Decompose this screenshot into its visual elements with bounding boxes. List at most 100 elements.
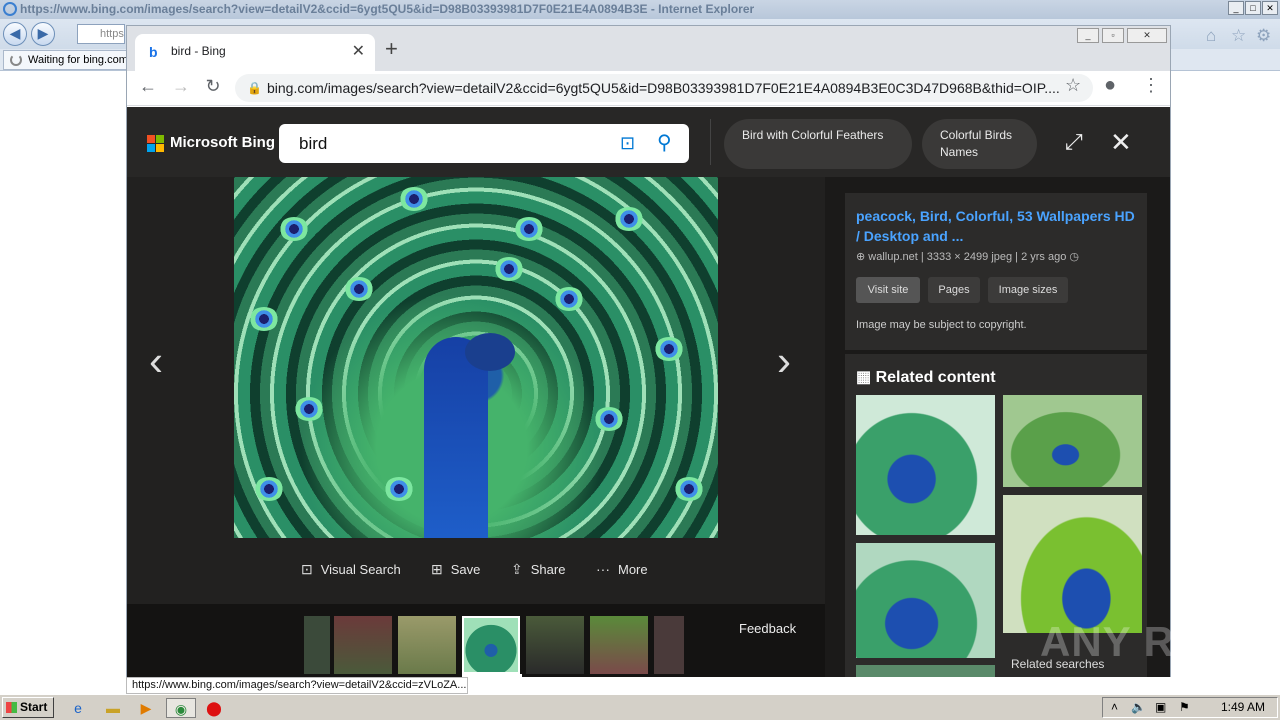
save-button[interactable]: ⊞ Save bbox=[431, 561, 480, 578]
ie-title-bar: https://www.bing.com/images/search?view=… bbox=[0, 0, 1280, 19]
status-bar: https://www.bing.com/images/search?view=… bbox=[126, 677, 468, 694]
share-button[interactable]: ⇪ Share bbox=[511, 561, 565, 578]
save-icon: ⊞ bbox=[431, 561, 443, 577]
ie-logo-icon bbox=[3, 2, 17, 16]
tools-gear-icon[interactable]: ⚙ bbox=[1256, 26, 1271, 46]
anyrun-watermark: ANY RUN bbox=[1040, 618, 1238, 665]
copyright-notice: Image may be subject to copyright. bbox=[856, 319, 1027, 331]
share-icon: ⇪ bbox=[511, 561, 523, 577]
ie-address-bar[interactable]: https bbox=[77, 24, 125, 44]
header-divider bbox=[710, 119, 711, 165]
ie-minimize-button[interactable]: _ bbox=[1228, 1, 1244, 15]
omnibox[interactable]: 🔒 bing.com/images/search?view=detailV2&c… bbox=[235, 74, 1093, 102]
omnibox-url: bing.com/images/search?view=detailV2&cci… bbox=[267, 80, 1060, 96]
pages-button[interactable]: Pages bbox=[928, 277, 980, 303]
search-icon[interactable]: ⚲ bbox=[657, 124, 672, 163]
ie-forward-button[interactable]: ▶ bbox=[31, 22, 55, 46]
more-button[interactable]: ··· More bbox=[596, 561, 648, 577]
ie-back-button[interactable]: ◀ bbox=[3, 22, 27, 46]
bing-brand[interactable]: Microsoft Bing bbox=[170, 134, 275, 151]
close-icon[interactable]: ✕ bbox=[1110, 127, 1132, 158]
chrome-tab-title: bird - Bing bbox=[171, 44, 226, 58]
back-button[interactable]: ← bbox=[137, 76, 159, 97]
chip-bird-colorful-feathers[interactable]: Bird with Colorful Feathers bbox=[724, 119, 912, 169]
thumbnail[interactable] bbox=[526, 616, 584, 674]
thumbnail-strip bbox=[127, 604, 825, 677]
thumbnail[interactable] bbox=[304, 616, 330, 674]
start-button[interactable]: Start bbox=[2, 697, 54, 718]
favorites-icon[interactable]: ☆ bbox=[1231, 26, 1246, 46]
image-stage: ‹ › ⊡ Visual Search ⊞ Save ⇪ Share ··· More bbox=[127, 177, 825, 604]
forward-button[interactable]: → bbox=[170, 76, 192, 97]
profile-icon[interactable]: ● bbox=[1104, 74, 1116, 97]
chrome-toolbar: ← → ↻ 🔒 bing.com/images/search?view=deta… bbox=[127, 71, 1170, 106]
explorer-folder-icon[interactable]: ▬ bbox=[101, 698, 125, 718]
ie-tab-label: Waiting for bing.com bbox=[28, 54, 127, 66]
visual-search-button[interactable]: ⊡ Visual Search bbox=[301, 561, 401, 578]
peacock-image[interactable] bbox=[234, 177, 718, 538]
image-title-link[interactable]: peacock, Bird, Colorful, 53 Wallpapers H… bbox=[856, 206, 1136, 246]
thumbnail-active[interactable] bbox=[462, 616, 520, 674]
tray-expand-icon[interactable]: ˄ bbox=[1111, 698, 1118, 717]
windows-logo-icon bbox=[6, 702, 17, 713]
image-info-card: peacock, Bird, Colorful, 53 Wallpapers H… bbox=[845, 193, 1147, 350]
bookmark-star-icon[interactable]: ☆ bbox=[1065, 75, 1081, 96]
related-image[interactable] bbox=[856, 543, 995, 658]
bing-favicon-icon: b bbox=[149, 44, 158, 60]
home-icon[interactable]: ⌂ bbox=[1206, 26, 1216, 46]
reload-button[interactable]: ↻ bbox=[202, 76, 224, 97]
chrome-close-button[interactable]: ✕ bbox=[1127, 28, 1167, 43]
ie-maximize-button[interactable]: □ bbox=[1245, 1, 1261, 15]
related-title-text: Related content bbox=[875, 369, 996, 386]
visit-site-button[interactable]: Visit site bbox=[856, 277, 920, 303]
related-image[interactable] bbox=[856, 395, 995, 535]
peacock-head bbox=[465, 333, 515, 371]
media-player-icon[interactable]: ▶ bbox=[134, 698, 158, 718]
taskbar: Start e ▬ ▶ ◉ ⬤ ˄ 🔈 ▣ ⚑ 1:49 AM bbox=[0, 694, 1280, 720]
chrome-tabstrip: b bird - Bing ✕ + _ ▫ ✕ bbox=[127, 26, 1170, 71]
more-label: More bbox=[618, 562, 648, 577]
clock-icon: ◷ bbox=[1066, 251, 1079, 263]
more-icon: ··· bbox=[596, 561, 610, 577]
chrome-minimize-button[interactable]: _ bbox=[1077, 28, 1099, 43]
chrome-taskbar-icon[interactable]: ◉ bbox=[166, 698, 196, 718]
start-label: Start bbox=[20, 700, 48, 714]
ie-tab[interactable]: Waiting for bing.com bbox=[3, 50, 127, 70]
bing-image-viewer: Microsoft Bing bird ⊡ ⚲ Bird with Colorf… bbox=[127, 107, 1170, 677]
expand-icon[interactable]: ⤢ bbox=[1065, 129, 1083, 155]
chrome-menu-icon[interactable]: ⋮ bbox=[1142, 75, 1160, 96]
chip-colorful-birds-names[interactable]: Colorful Birds Names bbox=[922, 119, 1037, 169]
clock[interactable]: 1:49 AM bbox=[1221, 698, 1265, 717]
next-arrow-icon[interactable]: › bbox=[777, 337, 791, 385]
ie-window-title: https://www.bing.com/images/search?view=… bbox=[20, 2, 755, 16]
visual-search-icon[interactable]: ⊡ bbox=[620, 124, 635, 163]
related-image[interactable] bbox=[1003, 395, 1142, 487]
image-sizes-button[interactable]: Image sizes bbox=[988, 277, 1068, 303]
ie-close-button[interactable]: ✕ bbox=[1262, 1, 1278, 15]
feedback-link[interactable]: Feedback bbox=[739, 621, 796, 636]
globe-icon: ⊕ bbox=[856, 251, 869, 263]
share-label: Share bbox=[530, 562, 566, 577]
thumbnail[interactable] bbox=[590, 616, 648, 674]
chrome-restore-button[interactable]: ▫ bbox=[1102, 28, 1124, 43]
chrome-window: b bird - Bing ✕ + _ ▫ ✕ ← → ↻ 🔒 bing.com… bbox=[126, 25, 1171, 677]
action-center-flag-icon[interactable]: ⚑ bbox=[1179, 698, 1190, 717]
thumbnail[interactable] bbox=[654, 616, 684, 674]
thumbnail[interactable] bbox=[334, 616, 392, 674]
active-thumb-indicator bbox=[462, 674, 522, 677]
prev-arrow-icon[interactable]: ‹ bbox=[149, 337, 163, 385]
tab-close-icon[interactable]: ✕ bbox=[352, 34, 365, 69]
new-tab-button[interactable]: + bbox=[385, 36, 398, 62]
stop-sign-icon[interactable]: ⬤ bbox=[202, 698, 226, 718]
ie-taskbar-icon[interactable]: e bbox=[66, 698, 90, 718]
chrome-tab-bird-bing[interactable]: b bird - Bing ✕ bbox=[135, 34, 375, 71]
thumbnail[interactable] bbox=[398, 616, 456, 674]
volume-icon[interactable]: 🔈 bbox=[1131, 698, 1146, 717]
related-image[interactable] bbox=[856, 665, 995, 677]
network-icon[interactable]: ▣ bbox=[1155, 698, 1166, 717]
save-label: Save bbox=[450, 562, 481, 577]
search-input[interactable]: bird ⊡ ⚲ bbox=[279, 124, 689, 163]
grid-icon: ▦ bbox=[856, 369, 876, 386]
related-image[interactable] bbox=[1003, 495, 1142, 633]
image-meta: ⊕ wallup.net | 3333 × 2499 jpeg | 2 yrs … bbox=[856, 250, 1079, 263]
